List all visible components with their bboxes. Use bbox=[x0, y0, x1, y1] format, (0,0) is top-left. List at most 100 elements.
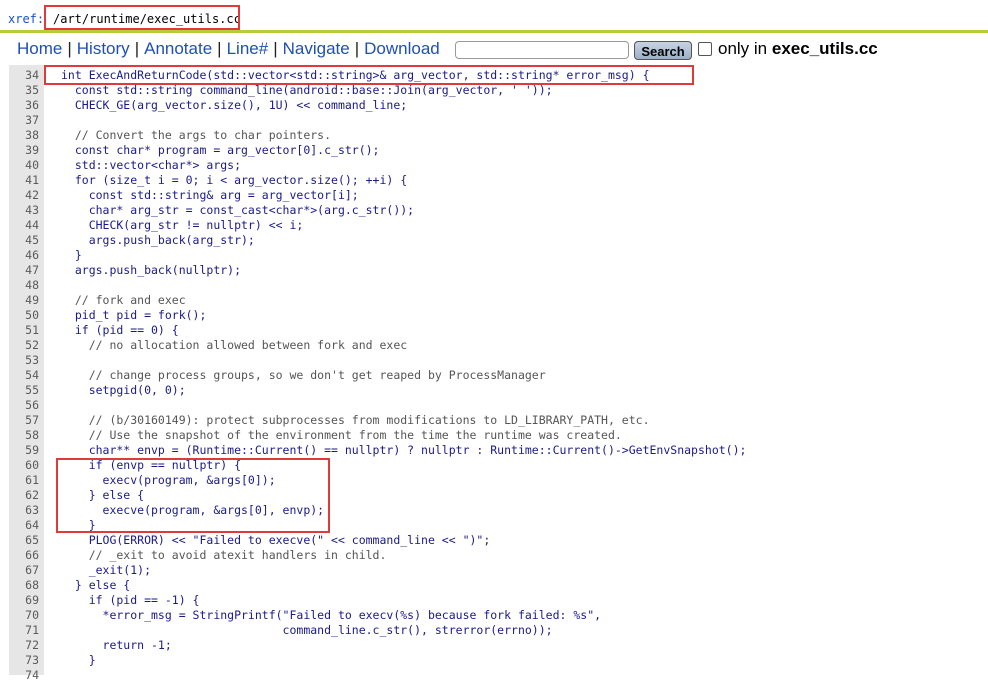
function-signature-highlight bbox=[44, 65, 694, 85]
code-text: args.push_back(nullptr); bbox=[61, 263, 242, 277]
code-line: 55 setpgid(0, 0); bbox=[9, 383, 988, 398]
line-number-link[interactable]: 72 bbox=[9, 638, 39, 653]
code-line: 47 args.push_back(nullptr); bbox=[9, 263, 988, 278]
code-line: 71 command_line.c_str(), strerror(errno)… bbox=[9, 623, 988, 638]
code-text: // Use the snapshot of the environment f… bbox=[61, 428, 622, 442]
line-number-link[interactable]: 71 bbox=[9, 623, 39, 638]
code-line: 52 // no allocation allowed between fork… bbox=[9, 338, 988, 353]
nav-download-link[interactable]: Download bbox=[364, 39, 440, 58]
code-text: if (pid == -1) { bbox=[61, 593, 200, 607]
code-text: pid_t pid = fork(); bbox=[61, 308, 207, 322]
line-number-link[interactable]: 53 bbox=[9, 353, 39, 368]
nav-home-link[interactable]: Home bbox=[17, 39, 62, 58]
code-line: 74 bbox=[9, 668, 988, 683]
source-code-view: 34 int ExecAndReturnCode(std::vector<std:… bbox=[9, 65, 988, 682]
line-number-link[interactable]: 63 bbox=[9, 503, 39, 518]
code-line: 41 for (size_t i = 0; i < arg_vector.siz… bbox=[9, 173, 988, 188]
code-line: 54 // change process groups, so we don't… bbox=[9, 368, 988, 383]
line-number-link[interactable]: 37 bbox=[9, 113, 39, 128]
code-text: const std::string& arg = arg_vector[i]; bbox=[61, 188, 359, 202]
code-text: setpgid(0, 0); bbox=[61, 383, 186, 397]
line-number-link[interactable]: 44 bbox=[9, 218, 39, 233]
code-text: // no allocation allowed between fork an… bbox=[61, 338, 408, 352]
code-line: 44 CHECK(arg_str != nullptr) << i; bbox=[9, 218, 988, 233]
line-number-link[interactable]: 50 bbox=[9, 308, 39, 323]
code-text: // Convert the args to char pointers. bbox=[61, 128, 332, 142]
line-number-link[interactable]: 51 bbox=[9, 323, 39, 338]
line-number-link[interactable]: 45 bbox=[9, 233, 39, 248]
line-number-link[interactable]: 60 bbox=[9, 458, 39, 473]
nav-bar: Home | History | Annotate | Line# | Navigate | Dow… bbox=[17, 39, 440, 61]
line-number-link[interactable]: 40 bbox=[9, 158, 39, 173]
code-line: 46 } bbox=[9, 248, 988, 263]
line-number-link[interactable]: 74 bbox=[9, 668, 39, 683]
line-number-link[interactable]: 61 bbox=[9, 473, 39, 488]
xref-path-highlight bbox=[44, 5, 240, 30]
header-rule bbox=[0, 30, 988, 33]
code-line: 49 // fork and exec bbox=[9, 293, 988, 308]
code-line: 69 if (pid == -1) { bbox=[9, 593, 988, 608]
line-number-link[interactable]: 56 bbox=[9, 398, 39, 413]
line-number-link[interactable]: 70 bbox=[9, 608, 39, 623]
line-number-link[interactable]: 62 bbox=[9, 488, 39, 503]
line-number-link[interactable]: 43 bbox=[9, 203, 39, 218]
line-number-link[interactable]: 46 bbox=[9, 248, 39, 263]
line-number-link[interactable]: 41 bbox=[9, 173, 39, 188]
code-text: // change process groups, so we don't ge… bbox=[61, 368, 546, 382]
code-text: } else { bbox=[61, 578, 131, 592]
line-number-link[interactable]: 42 bbox=[9, 188, 39, 203]
code-line: 45 args.push_back(arg_str); bbox=[9, 233, 988, 248]
exec-branch-highlight bbox=[56, 458, 330, 533]
line-number-link[interactable]: 73 bbox=[9, 653, 39, 668]
nav-navigate-link[interactable]: Navigate bbox=[283, 39, 350, 58]
nav-separator: | bbox=[134, 39, 140, 58]
line-number-link[interactable]: 35 bbox=[9, 83, 39, 98]
code-line: 35 const std::string command_line(androi… bbox=[9, 83, 988, 98]
line-number-link[interactable]: 66 bbox=[9, 548, 39, 563]
code-text: command_line.c_str(), strerror(errno)); bbox=[61, 623, 553, 637]
line-number-link[interactable]: 52 bbox=[9, 338, 39, 353]
line-number-link[interactable]: 47 bbox=[9, 263, 39, 278]
nav-separator: | bbox=[273, 39, 278, 58]
line-number-link[interactable]: 58 bbox=[9, 428, 39, 443]
code-text: CHECK(arg_str != nullptr) << i; bbox=[61, 218, 304, 232]
search-input[interactable] bbox=[455, 41, 629, 59]
code-line: 50 pid_t pid = fork(); bbox=[9, 308, 988, 323]
code-text: for (size_t i = 0; i < arg_vector.size()… bbox=[61, 173, 408, 187]
line-number-link[interactable]: 69 bbox=[9, 593, 39, 608]
line-number-link[interactable]: 49 bbox=[9, 293, 39, 308]
line-number-link[interactable]: 55 bbox=[9, 383, 39, 398]
only-in-filename: exec_utils.cc bbox=[771, 39, 878, 58]
code-text: args.push_back(arg_str); bbox=[61, 233, 255, 247]
code-text: PLOG(ERROR) << "Failed to execve(" << co… bbox=[61, 533, 491, 547]
code-text: if (pid == 0) { bbox=[61, 323, 179, 337]
line-number-link[interactable]: 39 bbox=[9, 143, 39, 158]
line-number-link[interactable]: 68 bbox=[9, 578, 39, 593]
nav-history-link[interactable]: History bbox=[77, 39, 130, 58]
code-text: // fork and exec bbox=[61, 293, 186, 307]
line-number-link[interactable]: 59 bbox=[9, 443, 39, 458]
code-line: 42 const std::string& arg = arg_vector[i… bbox=[9, 188, 988, 203]
code-line: 36 CHECK_GE(arg_vector.size(), 1U) << co… bbox=[9, 98, 988, 113]
nav-separator: | bbox=[67, 39, 72, 58]
only-in-file-checkbox[interactable] bbox=[698, 42, 712, 56]
xref-label: xref: bbox=[8, 12, 45, 26]
line-number-link[interactable]: 54 bbox=[9, 368, 39, 383]
line-number-link[interactable]: 57 bbox=[9, 413, 39, 428]
line-number-link[interactable]: 34 bbox=[9, 68, 39, 83]
search-button[interactable]: Search bbox=[634, 41, 692, 60]
line-number-link[interactable]: 38 bbox=[9, 128, 39, 143]
code-line: 72 return -1; bbox=[9, 638, 988, 653]
nav-line-number-link[interactable]: Line# bbox=[227, 39, 269, 58]
code-text: std::vector<char*> args; bbox=[61, 158, 242, 172]
line-number-link[interactable]: 67 bbox=[9, 563, 39, 578]
line-number-link[interactable]: 48 bbox=[9, 278, 39, 293]
line-number-link[interactable]: 64 bbox=[9, 518, 39, 533]
line-number-link[interactable]: 36 bbox=[9, 98, 39, 113]
nav-annotate-link[interactable]: Annotate bbox=[144, 39, 212, 58]
only-in-label: only in exec_utils.cc bbox=[718, 39, 878, 59]
code-line: 56 bbox=[9, 398, 988, 413]
code-line: 43 char* arg_str = const_cast<char*>(arg… bbox=[9, 203, 988, 218]
code-line: 39 const char* program = arg_vector[0].c… bbox=[9, 143, 988, 158]
line-number-link[interactable]: 65 bbox=[9, 533, 39, 548]
